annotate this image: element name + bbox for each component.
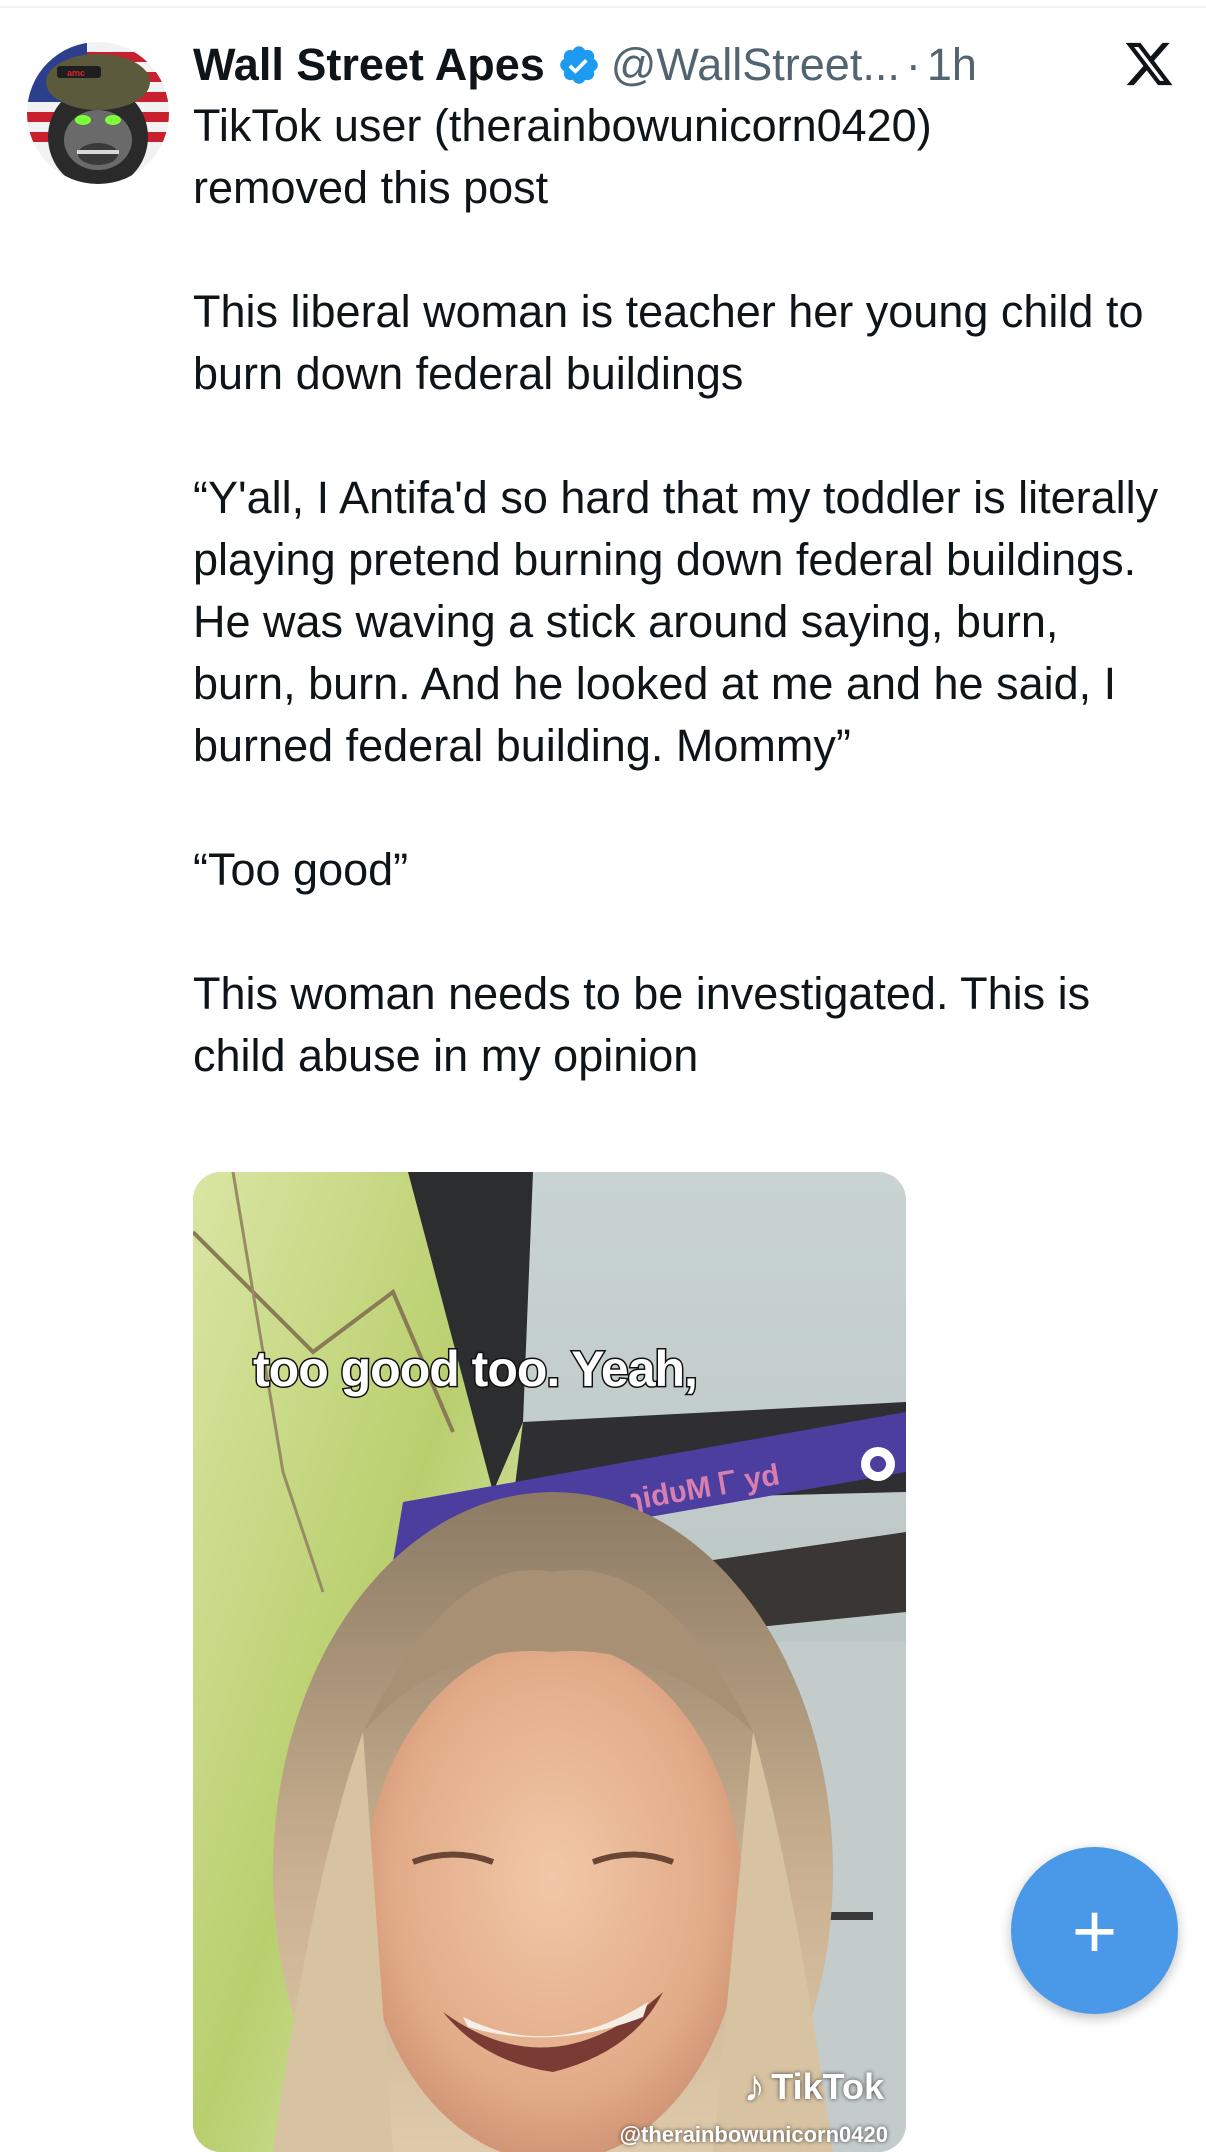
verified-badge-icon bbox=[557, 43, 601, 87]
tweet-paragraph: TikTok user (therainbowunicorn0420) remo… bbox=[193, 95, 1173, 219]
tweet-text: TikTok user (therainbowunicorn0420) remo… bbox=[193, 95, 1173, 1087]
tweet-header: Wall Street Apes @WallStreet... · 1h bbox=[193, 30, 1093, 100]
author-handle[interactable]: @WallStreet... bbox=[611, 39, 900, 91]
meta-separator: · bbox=[905, 39, 921, 90]
video-frame: ɿidυM Ꮁ yd bbox=[193, 1172, 906, 2152]
svg-text:amc: amc bbox=[67, 68, 85, 78]
tweet-video[interactable]: ɿidυM Ꮁ yd too good too. Yeah, ♪ TikTok … bbox=[193, 1172, 906, 2152]
tweet-text-line: removed this post bbox=[193, 162, 549, 213]
author-avatar[interactable]: amc bbox=[27, 42, 169, 184]
tweet-paragraph: This liberal woman is teacher her young … bbox=[193, 286, 1144, 399]
top-divider bbox=[0, 6, 1206, 8]
tiktok-username: @therainbowunicorn0420 bbox=[619, 2122, 888, 2147]
compose-button[interactable]: + bbox=[1011, 1847, 1178, 2014]
plus-icon: + bbox=[1071, 1886, 1118, 1975]
video-caption: too good too. Yeah, bbox=[252, 1340, 700, 1399]
tweet-paragraph: This woman needs to be investigated. Thi… bbox=[193, 968, 1091, 1081]
tweet-paragraph: “Too good” bbox=[193, 844, 409, 895]
author-name[interactable]: Wall Street Apes bbox=[193, 39, 545, 91]
ape-soldier-avatar-icon: amc bbox=[27, 42, 169, 184]
tweet-paragraph: “Y'all, I Antifa'd so hard that my toddl… bbox=[193, 472, 1159, 771]
tiktok-logo-icon: ♪ bbox=[743, 2062, 766, 2111]
tweet-timestamp[interactable]: 1h bbox=[927, 39, 977, 91]
tiktok-brand: TikTok bbox=[771, 2066, 884, 2107]
tiktok-watermark: ♪ TikTok bbox=[743, 2062, 884, 2112]
x-logo-icon[interactable] bbox=[1122, 38, 1176, 90]
tweet-text-line: TikTok user (therainbowunicorn0420) bbox=[193, 100, 932, 151]
